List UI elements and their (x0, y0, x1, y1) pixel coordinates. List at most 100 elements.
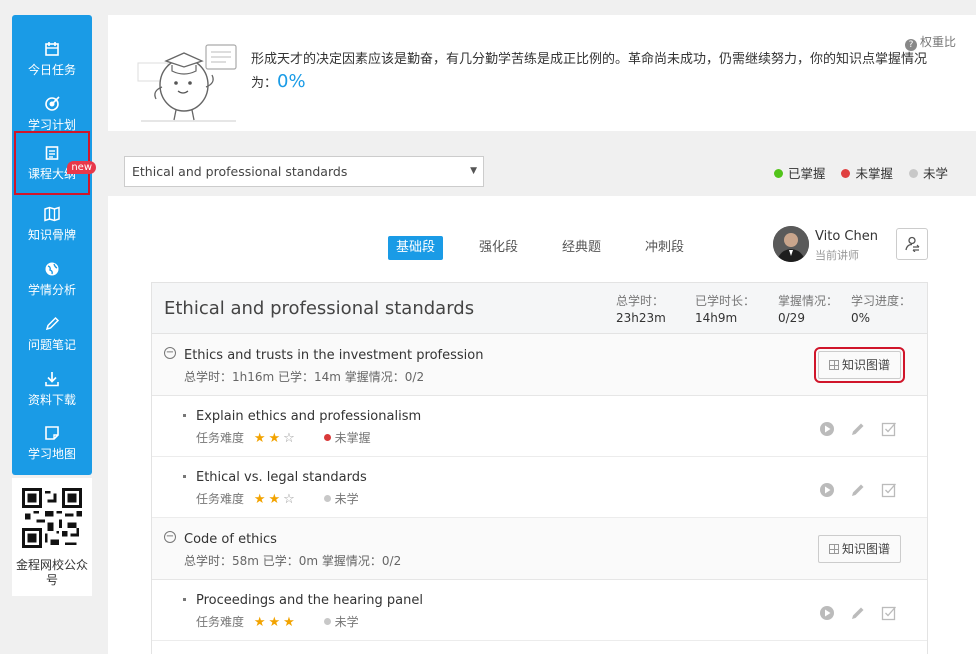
play-icon[interactable] (819, 482, 835, 498)
course-header: Ethical and professional standards 总学时： 2… (152, 283, 927, 334)
globe-icon (12, 261, 92, 279)
chapter-row: − Code of ethics 总学时：58m 已学：0m 掌握情况：0/2 … (152, 518, 927, 580)
qr-code-panel: 金程网校公众号 (12, 478, 92, 596)
exercise-icon[interactable] (881, 605, 897, 621)
tab-foundation[interactable]: 基础段 (388, 236, 444, 260)
weight-ratio-label: 权重比 (919, 35, 956, 49)
weight-ratio-link[interactable]: ? 权重比 (904, 33, 956, 51)
mastery-banner: 形成天才的决定因素应该是勤奋，有几分勤学苦练是成正比例的。革命尚未成功，仍需继续… (108, 15, 976, 131)
stat-total-hours: 总学时： 23h23m (616, 294, 666, 325)
edit-icon[interactable] (850, 482, 866, 498)
qr-code-image (22, 488, 82, 548)
sidebar-item-today-tasks[interactable]: 今日任务 (12, 35, 92, 85)
mastery-message-text: 形成天才的决定因素应该是勤奋，有几分勤学苦练是成正比例的。革命尚未成功，仍需继续… (251, 52, 928, 91)
status-badge: 未学 (323, 613, 359, 630)
task-actions (809, 602, 897, 621)
target-icon (12, 96, 92, 114)
download-icon (12, 371, 92, 389)
mastery-percent: 0% (277, 71, 306, 92)
avatar (773, 226, 809, 262)
difficulty-stars: ★★☆ (253, 492, 298, 507)
difficulty-stars: ★★★ (253, 615, 298, 630)
stat-progress: 学习进度： 0% (851, 294, 912, 325)
difficulty-label: 任务难度 (196, 431, 245, 445)
sidebar-item-label: 问题笔记 (27, 338, 76, 352)
status-dot-icon (323, 618, 331, 625)
new-badge: new (67, 161, 96, 174)
tab-reinforcement[interactable]: 强化段 (471, 236, 526, 260)
exercise-icon[interactable] (881, 482, 897, 498)
lecturer-role: 当前讲师 (815, 249, 859, 262)
task-meta: 任务难度 ★★☆ 未学 (196, 490, 359, 507)
not-mastered-dot-icon (841, 169, 851, 178)
sidebar-item-knowledge-cards[interactable]: 知识骨牌 (12, 200, 92, 250)
status-dot-icon (323, 434, 331, 441)
caret-down-icon: ▼ (470, 166, 477, 176)
difficulty-stars: ★★☆ (253, 431, 298, 446)
task-row[interactable]: Ethical vs. legal standards 任务难度 ★★☆ 未学 (152, 457, 927, 518)
bullet-icon (183, 414, 186, 417)
course-panel: 基础段 强化段 经典题 冲刺段 Vito Chen 当前讲师 Ethical a… (108, 196, 976, 654)
knowledge-graph-button[interactable]: 知识图谱 (818, 535, 901, 563)
task-title: Ethical vs. legal standards (196, 470, 367, 485)
task-title: Proceedings and the hearing panel (196, 593, 423, 608)
lecturer-name: Vito Chen (815, 229, 878, 244)
sidebar-item-label: 今日任务 (27, 63, 76, 77)
task-actions (809, 479, 897, 498)
tab-classic-questions[interactable]: 经典题 (554, 236, 609, 260)
status-dot-icon (323, 495, 331, 502)
task-row[interactable]: Proceedings and the hearing panel 任务难度 ★… (152, 580, 927, 641)
subject-select[interactable]: Ethical and professional standards ▼ (124, 156, 484, 187)
legend-not-learned: 未学 (922, 166, 948, 181)
task-actions (809, 418, 897, 437)
bullet-icon (183, 598, 186, 601)
stat-studied-hours: 已学时长： 14h9m (695, 294, 756, 325)
sidebar-item-label: 学习计划 (27, 118, 76, 132)
mascot-illustration (137, 44, 237, 122)
task-meta: 任务难度 ★★★ 未学 (196, 613, 359, 630)
qr-code-label: 金程网校公众号 (15, 558, 88, 587)
sidebar-item-label: 知识骨牌 (27, 228, 76, 242)
tab-sprint[interactable]: 冲刺段 (637, 236, 692, 260)
edit-icon[interactable] (850, 421, 866, 437)
collapse-icon[interactable]: − (164, 531, 176, 543)
sidebar-item-label: 学习地图 (27, 447, 76, 461)
task-row[interactable]: Explain ethics and professionalism 任务难度 … (152, 396, 927, 457)
bullet-icon (183, 475, 186, 478)
sidebar-item-question-notes[interactable]: 问题笔记 (12, 310, 92, 360)
chapter-row: − Ethics and trusts in the investment pr… (152, 334, 927, 396)
edit-icon[interactable] (850, 605, 866, 621)
calendar-icon (12, 41, 92, 59)
task-meta: 任务难度 ★★☆ 未掌握 (196, 429, 371, 446)
sidebar-item-label: 资料下载 (27, 393, 76, 407)
sidebar-item-learning-analysis[interactable]: 学情分析 (12, 255, 92, 305)
sidebar-item-course-outline[interactable]: 课程大纲 new (14, 131, 96, 195)
chapter-title: Code of ethics (184, 532, 277, 547)
pencil-icon (12, 316, 92, 334)
map-icon (12, 206, 92, 224)
sidebar-nav: 今日任务 学习计划 课程大纲 new 知识骨牌 学情分析 问题笔记 资料下载 学… (12, 15, 96, 475)
course-title: Ethical and professional standards (164, 298, 475, 319)
play-icon[interactable] (819, 605, 835, 621)
legend-mastered: 已掌握 (787, 166, 826, 181)
mastered-dot-icon (773, 169, 783, 178)
not-learned-dot-icon (908, 169, 918, 178)
legend-not-mastered: 未掌握 (855, 166, 893, 181)
switch-lecturer-button[interactable] (896, 228, 928, 260)
grid-icon (828, 360, 839, 370)
difficulty-label: 任务难度 (196, 492, 245, 506)
chapter-title: Ethics and trusts in the investment prof… (184, 348, 484, 363)
grid-icon (828, 544, 839, 554)
difficulty-label: 任务难度 (196, 615, 245, 629)
exercise-icon[interactable] (881, 421, 897, 437)
mastery-message: 形成天才的决定因素应该是勤奋，有几分勤学苦练是成正比例的。革命尚未成功，仍需继续… (251, 49, 931, 95)
status-legend: 已掌握 未掌握 未学 (762, 163, 948, 182)
knowledge-graph-button[interactable]: 知识图谱 (814, 347, 905, 383)
status-badge: 未学 (323, 490, 359, 507)
sidebar-item-downloads[interactable]: 资料下载 (12, 365, 92, 415)
chapter-meta: 总学时：1h16m 已学：14m 掌握情况：0/2 (184, 370, 425, 384)
play-icon[interactable] (819, 421, 835, 437)
sidebar-item-study-map[interactable]: 学习地图 (12, 419, 92, 469)
course-outline: Ethical and professional standards 总学时： 2… (151, 282, 928, 654)
collapse-icon[interactable]: − (164, 347, 176, 359)
